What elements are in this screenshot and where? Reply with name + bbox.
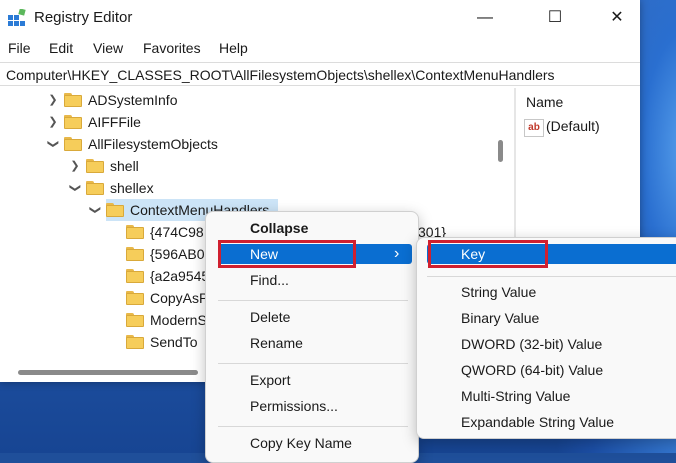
submenu-item-expandable-string-value[interactable]: Expandable String Value [461, 410, 614, 434]
annotation-box-key [428, 240, 548, 268]
tree-item-label: {a2a9545 [150, 268, 210, 284]
tree-item-label: {596AB0 [150, 246, 205, 262]
value-default[interactable]: (Default) [546, 118, 600, 134]
tree-item-label: CopyAsP [150, 290, 209, 306]
chevron-down-icon[interactable]: ❯ [42, 137, 64, 151]
folder-icon [64, 93, 82, 107]
address-bar[interactable]: Computer\HKEY_CLASSES_ROOT\AllFilesystem… [0, 62, 640, 86]
tree-item-label: ModernS [150, 312, 207, 328]
folder-icon [126, 269, 144, 283]
menu-help[interactable]: Help [219, 40, 248, 56]
menu-favorites[interactable]: Favorites [143, 40, 201, 56]
string-value-icon: ab [524, 119, 544, 137]
folder-icon [106, 203, 124, 217]
menu-item-delete[interactable]: Delete [250, 305, 290, 329]
submenu-item-binary-value[interactable]: Binary Value [461, 306, 539, 330]
menu-edit[interactable]: Edit [49, 40, 73, 56]
tree-item-label: SendTo [150, 334, 198, 350]
folder-icon [106, 357, 124, 371]
folder-icon [126, 335, 144, 349]
chevron-right-icon[interactable]: ❯ [68, 155, 82, 177]
title-bar: Registry Editor — ☐ ✕ [0, 0, 640, 36]
menu-separator [218, 300, 408, 301]
menu-item-collapse[interactable]: Collapse [250, 216, 308, 240]
chevron-down-icon[interactable]: ❯ [64, 181, 86, 195]
registry-editor-icon [8, 9, 26, 26]
tree-item-label: AIFFFile [88, 114, 141, 130]
menu-separator [218, 426, 408, 427]
menu-view[interactable]: View [93, 40, 123, 56]
submenu-item-qword-value[interactable]: QWORD (64-bit) Value [461, 358, 603, 382]
menu-item-copy-key-name[interactable]: Copy Key Name [250, 431, 352, 455]
folder-icon [126, 225, 144, 239]
close-button[interactable]: ✕ [594, 4, 640, 32]
menu-file[interactable]: File [8, 40, 31, 56]
submenu-item-dword-value[interactable]: DWORD (32-bit) Value [461, 332, 602, 356]
tree-item-label: {474C98 [150, 224, 204, 240]
menu-separator [427, 276, 676, 277]
tree-item-label: AllFilesystemObjects [88, 136, 218, 152]
folder-icon [64, 137, 82, 151]
folder-icon [126, 247, 144, 261]
tree-horizontal-scrollbar-thumb[interactable] [18, 370, 198, 375]
tree-item-label: shellex [110, 180, 154, 196]
menu-item-find[interactable]: Find... [250, 268, 289, 292]
window-title: Registry Editor [34, 9, 133, 26]
folder-icon [64, 115, 82, 129]
minimize-button[interactable]: — [462, 4, 508, 32]
menu-separator [218, 363, 408, 364]
folder-icon [126, 313, 144, 327]
menu-item-permissions[interactable]: Permissions... [250, 394, 338, 418]
chevron-right-icon: › [394, 245, 400, 262]
annotation-box-new [218, 240, 356, 268]
column-header-name[interactable]: Name [526, 94, 563, 110]
tree-vertical-scrollbar-thumb[interactable] [498, 140, 503, 162]
chevron-right-icon[interactable]: ❯ [46, 89, 60, 111]
maximize-button[interactable]: ☐ [532, 4, 578, 32]
submenu-item-string-value[interactable]: String Value [461, 280, 536, 304]
tree-item-label: shell [110, 158, 139, 174]
chevron-right-icon[interactable]: ❯ [46, 111, 60, 133]
menu-item-export[interactable]: Export [250, 368, 290, 392]
folder-icon [126, 291, 144, 305]
folder-icon [86, 181, 104, 195]
tree-item-label: ADSystemInfo [88, 92, 178, 108]
folder-icon [86, 159, 104, 173]
submenu-item-multi-string-value[interactable]: Multi-String Value [461, 384, 570, 408]
chevron-down-icon[interactable]: ❯ [84, 203, 106, 217]
menu-item-rename[interactable]: Rename [250, 331, 303, 355]
